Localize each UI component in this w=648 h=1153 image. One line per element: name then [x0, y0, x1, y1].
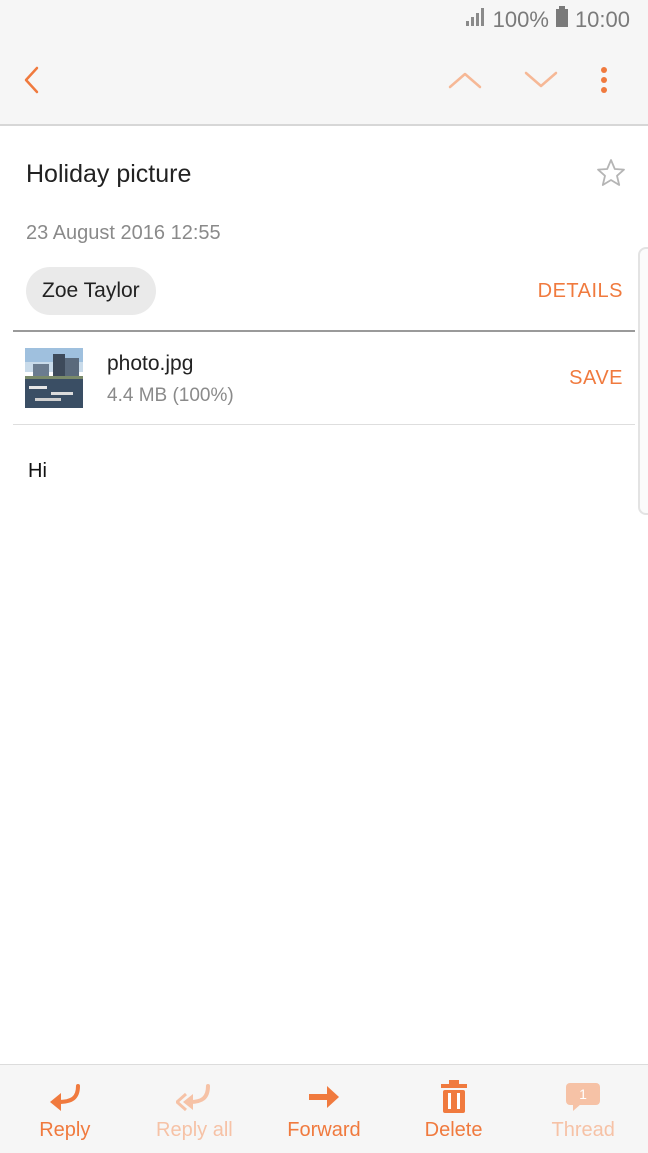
more-options-icon	[600, 66, 608, 99]
reply-all-icon	[176, 1079, 212, 1115]
sender-chip[interactable]: Zoe Taylor	[26, 267, 156, 315]
back-arrow-icon	[21, 65, 43, 100]
next-mail-icon	[523, 70, 559, 95]
signal-icon	[465, 7, 487, 33]
email-body: Hi	[28, 460, 47, 482]
star-icon	[596, 159, 626, 192]
reply-button[interactable]: Reply	[0, 1065, 130, 1153]
forward-button[interactable]: Forward	[259, 1065, 389, 1153]
attachment-name: photo.jpg	[107, 352, 194, 375]
trash-icon	[439, 1079, 469, 1115]
more-options-button[interactable]	[572, 40, 636, 124]
battery-percent: 100%	[492, 7, 549, 32]
attachment-thumbnail[interactable]	[25, 348, 83, 408]
thread-label: Thread	[551, 1119, 615, 1141]
clock: 10:00	[574, 7, 630, 32]
delete-button[interactable]: Delete	[389, 1065, 519, 1153]
battery-icon	[555, 6, 569, 34]
reply-all-button[interactable]: Reply all	[130, 1065, 260, 1153]
status-indicators: 100% 10:00	[465, 6, 630, 34]
details-button[interactable]: DETAILS	[538, 280, 623, 303]
email-subject: Holiday picture	[26, 160, 192, 188]
thread-icon: 1	[565, 1079, 601, 1115]
delete-label: Delete	[424, 1119, 483, 1141]
app-bar	[0, 40, 648, 126]
reply-icon	[48, 1079, 82, 1115]
reply-all-label: Reply all	[156, 1119, 233, 1141]
forward-label: Forward	[287, 1119, 361, 1141]
attachment-size: 4.4 MB (100%)	[107, 385, 234, 406]
reply-label: Reply	[39, 1119, 91, 1141]
previous-mail-button[interactable]	[433, 40, 497, 124]
scroll-handle[interactable]	[638, 247, 648, 515]
save-attachment-button[interactable]: SAVE	[569, 367, 623, 390]
thread-button[interactable]: 1 Thread	[518, 1065, 648, 1153]
email-date: 23 August 2016 12:55	[26, 222, 221, 244]
back-button[interactable]	[0, 40, 64, 124]
forward-icon	[307, 1079, 341, 1115]
bottom-action-bar: Reply Reply all Forward Delete 1 Thread	[0, 1064, 648, 1153]
thread-count: 1	[579, 1086, 587, 1102]
attachment-item[interactable]: photo.jpg 4.4 MB (100%) SAVE	[13, 332, 635, 425]
star-button[interactable]	[596, 158, 630, 192]
previous-mail-icon	[447, 70, 483, 95]
status-bar: 100% 10:00	[0, 0, 648, 40]
next-mail-button[interactable]	[509, 40, 573, 124]
